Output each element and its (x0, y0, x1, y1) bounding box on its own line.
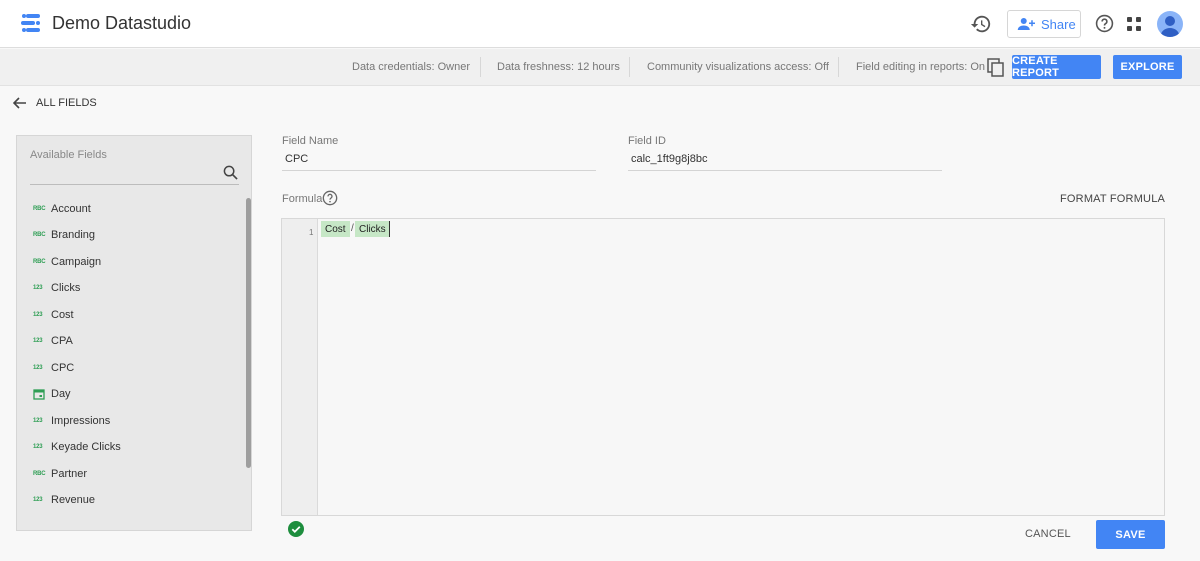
field-name: Keyade Clicks (51, 441, 121, 453)
arrow-back-icon (13, 97, 26, 109)
share-button[interactable]: Share (1007, 10, 1081, 38)
create-report-button[interactable]: CREATE REPORT (1012, 55, 1101, 79)
formula-valid-check-icon (288, 521, 304, 537)
avatar[interactable] (1157, 11, 1183, 37)
field-item-campaign[interactable]: RBC Campaign (33, 256, 101, 268)
text-type-icon: RBC (33, 259, 46, 265)
field-name-underline (282, 170, 596, 171)
formula-token-cost[interactable]: Cost (321, 221, 350, 237)
top-bar: Demo Datastudio Share (0, 0, 1200, 48)
number-type-icon: 123 (33, 444, 43, 450)
field-name: Day (51, 388, 71, 400)
divider (838, 57, 839, 77)
field-name: Cost (51, 309, 74, 321)
formula-help-icon[interactable] (322, 190, 338, 206)
field-item-keyade-clicks[interactable]: 123 Keyade Clicks (33, 441, 121, 453)
field-item-account[interactable]: RBC Account (33, 203, 91, 215)
cancel-button[interactable]: CANCEL (1025, 528, 1071, 540)
field-id-underline (628, 170, 942, 171)
format-formula-button[interactable]: FORMAT FORMULA (1060, 193, 1165, 205)
field-name: Clicks (51, 282, 81, 294)
fields-scrollbar[interactable] (246, 198, 251, 468)
field-item-clicks[interactable]: 123 Clicks (33, 282, 80, 294)
field-item-cost[interactable]: 123 Cost (33, 309, 74, 321)
field-id-value: calc_1ft9g8j8bc (631, 153, 708, 165)
search-field-underline[interactable] (30, 184, 239, 185)
field-item-impressions[interactable]: 123 Impressions (33, 415, 110, 427)
apps-grid-icon[interactable] (1127, 17, 1141, 31)
community-viz-status[interactable]: Community visualizations access: Off (647, 61, 829, 73)
add-person-icon (1017, 18, 1035, 30)
field-name-input[interactable]: CPC (285, 153, 308, 165)
explore-button[interactable]: EXPLORE (1113, 55, 1182, 79)
field-item-cpc[interactable]: 123 CPC (33, 362, 74, 374)
field-name: CPC (51, 362, 75, 374)
field-name: Partner (51, 468, 88, 480)
field-name: CPA (51, 335, 73, 347)
field-name: Account (51, 203, 91, 215)
line-number-gutter: 1 (282, 219, 318, 515)
data-freshness-status[interactable]: Data freshness: 12 hours (497, 61, 620, 73)
field-name: Campaign (51, 256, 102, 268)
number-type-icon: 123 (33, 497, 43, 503)
text-type-icon: RBC (33, 232, 46, 238)
save-button[interactable]: SAVE (1096, 520, 1165, 549)
data-credentials-status[interactable]: Data credentials: Owner (352, 61, 470, 73)
available-fields-panel: Available Fields RBC Account RBC Brandin… (16, 135, 252, 531)
number-type-icon: 123 (33, 312, 43, 318)
field-name: Revenue (51, 494, 96, 506)
text-caret (389, 221, 390, 237)
user-silhouette-icon (1160, 16, 1180, 37)
help-icon[interactable] (1095, 14, 1114, 33)
available-fields-label: Available Fields (30, 149, 107, 161)
history-icon[interactable] (970, 13, 992, 35)
field-item-partner[interactable]: RBC Partner (33, 468, 87, 480)
datastudio-logo-icon (21, 14, 40, 32)
back-label: ALL FIELDS (36, 97, 97, 109)
formula-token-clicks[interactable]: Clicks (355, 221, 390, 237)
share-label: Share (1041, 16, 1076, 32)
field-name: Branding (51, 229, 96, 241)
number-type-icon: 123 (33, 418, 43, 424)
app-title: Demo Datastudio (52, 13, 192, 33)
text-type-icon: RBC (33, 471, 46, 477)
field-id-label: Field ID (628, 135, 666, 147)
copy-icon[interactable] (987, 58, 1005, 78)
field-item-day[interactable]: Day (33, 388, 71, 400)
line-number: 1 (309, 228, 314, 237)
formula-label: Formula (282, 193, 323, 205)
field-name: Impressions (51, 415, 111, 427)
formula-editor[interactable]: 1 Cost / Clicks (281, 218, 1165, 516)
back-to-all-fields-link[interactable]: ALL FIELDS (13, 95, 97, 111)
formula-operator: / (351, 223, 354, 234)
field-item-cpa[interactable]: 123 CPA (33, 335, 73, 347)
search-icon[interactable] (223, 165, 238, 180)
field-name-label: Field Name (282, 135, 339, 147)
number-type-icon: 123 (33, 365, 43, 371)
number-type-icon: 123 (33, 285, 43, 291)
number-type-icon: 123 (33, 338, 43, 344)
text-type-icon: RBC (33, 206, 46, 212)
field-item-revenue[interactable]: 123 Revenue (33, 494, 95, 506)
calendar-icon (33, 389, 45, 400)
divider (480, 57, 481, 77)
divider (629, 57, 630, 77)
field-editing-status[interactable]: Field editing in reports: On (856, 61, 985, 73)
field-item-branding[interactable]: RBC Branding (33, 229, 95, 241)
